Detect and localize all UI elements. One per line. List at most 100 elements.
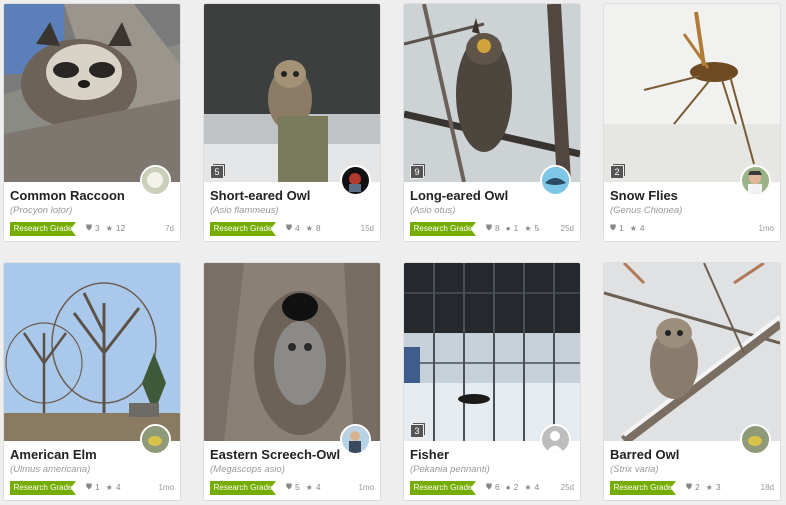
- observation-age: 1mo: [358, 483, 374, 492]
- common-name[interactable]: Barred Owl: [610, 447, 740, 462]
- research-grade-badge: Research Grade: [210, 481, 276, 495]
- shield-icon: ⛊: [86, 482, 92, 491]
- scientific-name: (Ulmus americana): [10, 464, 91, 475]
- observation-stats: ⛊ 1 ★ 4: [610, 223, 645, 233]
- observation-photo[interactable]: [604, 263, 780, 441]
- research-grade-badge: Research Grade: [610, 481, 676, 495]
- scientific-name: (Pekania pennanti): [410, 464, 490, 475]
- research-grade-badge: Research Grade: [210, 222, 276, 236]
- faves-count: 4: [315, 482, 321, 492]
- observation-card-american-elm[interactable]: American Elm (Ulmus americana) Research …: [3, 262, 181, 501]
- observer-avatar[interactable]: [740, 424, 771, 455]
- scientific-name: (Megascops asio): [210, 464, 285, 475]
- observation-age: 25d: [560, 224, 574, 233]
- observation-stats: ⛊ 1 ★ 4: [86, 482, 121, 492]
- star-icon: ★: [524, 482, 532, 492]
- faves-count: 4: [639, 223, 645, 233]
- shield-icon: ⛊: [286, 223, 292, 232]
- observation-card-barred-owl[interactable]: Barred Owl (Strix varia) Research Grade …: [603, 262, 781, 501]
- research-grade-badge: Research Grade: [410, 222, 476, 236]
- scientific-name: (Genus Chionea): [610, 205, 683, 216]
- ids-count: 5: [295, 482, 300, 492]
- observation-age: 7d: [165, 224, 174, 233]
- observation-stats: ⛊ 5 ★ 4: [286, 482, 321, 492]
- observation-stats: ⛊ 8 ● 1 ★ 5: [486, 223, 539, 233]
- ids-count: 3: [95, 223, 100, 233]
- comments-count: 1: [513, 223, 519, 233]
- faves-count: 4: [534, 482, 540, 492]
- star-icon: ★: [524, 223, 532, 233]
- shield-icon: ⛊: [610, 223, 616, 232]
- observer-avatar[interactable]: [140, 165, 171, 196]
- observation-photo[interactable]: [604, 4, 780, 182]
- observation-photo[interactable]: [404, 4, 580, 182]
- ids-count: 8: [495, 223, 500, 233]
- star-icon: ★: [105, 482, 113, 492]
- star-icon: ★: [305, 482, 313, 492]
- faves-count: 5: [534, 223, 540, 233]
- shield-icon: ⛊: [286, 482, 292, 491]
- common-name[interactable]: Snow Flies: [610, 188, 740, 203]
- common-name[interactable]: Common Raccoon: [10, 188, 140, 203]
- common-name[interactable]: American Elm: [10, 447, 140, 462]
- ids-count: 2: [695, 482, 700, 492]
- observation-age: 15d: [360, 224, 374, 233]
- observation-stats: ⛊ 3 ★ 12: [86, 223, 125, 233]
- shield-icon: ⛊: [86, 223, 92, 232]
- observation-card-short-eared-owl[interactable]: 5 Short-eared Owl (Asio flammeus) Resear…: [203, 3, 381, 242]
- scientific-name: (Asio flammeus): [210, 205, 279, 216]
- photo-count-badge: 2: [610, 165, 624, 179]
- scientific-name: (Procyon lotor): [10, 205, 73, 216]
- observation-stats: ⛊ 6 ● 2 ★ 4: [486, 482, 539, 492]
- ids-count: 1: [95, 482, 100, 492]
- photo-count-badge: 9: [410, 165, 424, 179]
- observation-card-common-raccoon[interactable]: Common Raccoon (Procyon lotor) Research …: [3, 3, 181, 242]
- observer-avatar[interactable]: [740, 165, 771, 196]
- observation-age: 1mo: [158, 483, 174, 492]
- common-name[interactable]: Eastern Screech-Owl: [210, 447, 340, 462]
- faves-count: 12: [115, 223, 126, 233]
- shield-icon: ⛊: [486, 482, 492, 491]
- observation-age: 18d: [760, 483, 774, 492]
- comment-icon: ●: [505, 223, 511, 233]
- observation-photo[interactable]: [4, 4, 180, 182]
- scientific-name: (Asio otus): [410, 205, 456, 216]
- comments-count: 2: [513, 482, 519, 492]
- observation-photo[interactable]: [204, 4, 380, 182]
- observer-avatar[interactable]: [540, 165, 571, 196]
- observation-photo[interactable]: [204, 263, 380, 441]
- star-icon: ★: [705, 482, 713, 492]
- comment-icon: ●: [505, 482, 511, 492]
- observation-grid: Common Raccoon (Procyon lotor) Research …: [0, 0, 786, 505]
- observation-card-eastern-screech-owl[interactable]: Eastern Screech-Owl (Megascops asio) Res…: [203, 262, 381, 501]
- shield-icon: ⛊: [486, 223, 492, 232]
- faves-count: 8: [315, 223, 321, 233]
- observation-card-long-eared-owl[interactable]: 9 Long-eared Owl (Asio otus) Research Gr…: [403, 3, 581, 242]
- research-grade-badge: Research Grade: [410, 481, 476, 495]
- ids-count: 4: [295, 223, 300, 233]
- observation-photo[interactable]: [4, 263, 180, 441]
- observation-age: 1mo: [758, 224, 774, 233]
- observer-avatar[interactable]: [340, 165, 371, 196]
- scientific-name: (Strix varia): [610, 464, 659, 475]
- observer-avatar[interactable]: [140, 424, 171, 455]
- ids-count: 6: [495, 482, 500, 492]
- observation-photo[interactable]: [404, 263, 580, 441]
- observation-card-snow-flies[interactable]: 2 Snow Flies (Genus Chionea) ⛊ 1 ★ 4 1mo: [603, 3, 781, 242]
- common-name[interactable]: Short-eared Owl: [210, 188, 340, 203]
- observer-avatar[interactable]: [340, 424, 371, 455]
- faves-count: 4: [115, 482, 121, 492]
- observation-stats: ⛊ 4 ★ 8: [286, 223, 321, 233]
- faves-count: 3: [715, 482, 721, 492]
- research-grade-badge: Research Grade: [10, 222, 76, 236]
- photo-count-badge: 3: [410, 424, 424, 438]
- star-icon: ★: [105, 223, 113, 233]
- photo-count-badge: 5: [210, 165, 224, 179]
- common-name[interactable]: Fisher: [410, 447, 540, 462]
- shield-icon: ⛊: [686, 482, 692, 491]
- common-name[interactable]: Long-eared Owl: [410, 188, 540, 203]
- observer-avatar[interactable]: [540, 424, 571, 455]
- observation-card-fisher[interactable]: 3 Fisher (Pekania pennanti) Research Gra…: [403, 262, 581, 501]
- observation-age: 25d: [560, 483, 574, 492]
- ids-count: 1: [619, 223, 624, 233]
